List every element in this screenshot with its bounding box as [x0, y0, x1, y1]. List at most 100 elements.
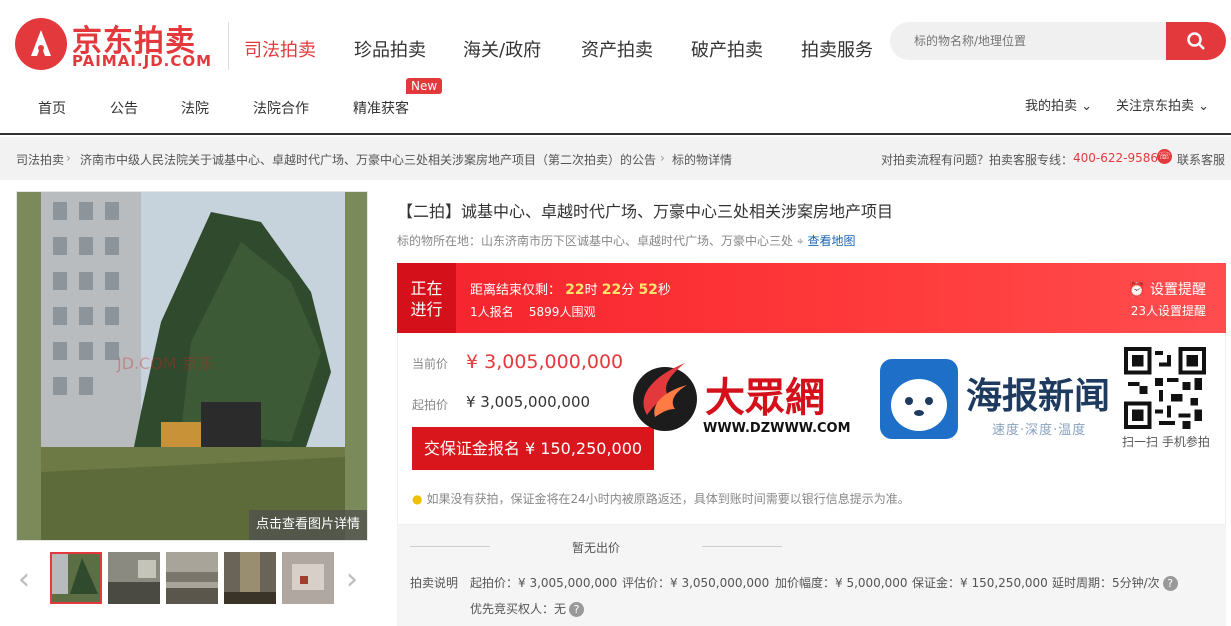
category-bankruptcy[interactable]: 破产拍卖 — [691, 36, 763, 62]
info-increment: 加价幅度：¥ 5,000,000 — [775, 576, 908, 590]
breadcrumb-judicial[interactable]: 司法拍卖 — [16, 151, 64, 168]
item-location: 标的物所在地：山东济南市历下区诚基中心、卓越时代广场、万豪中心三处 ⌖ 查看地图 — [397, 232, 855, 249]
site-header: 京东拍卖 PAIMAI.JD.COM 司法拍卖 珍品拍卖 海关/政府 资产拍卖 … — [0, 0, 1231, 135]
image-watermark: JD.COM 京东 — [117, 354, 214, 373]
help-icon[interactable]: ? — [569, 602, 585, 617]
info-delay-text: 延时周期：5分钟/次 — [1052, 576, 1160, 590]
countdown-seconds: 52 — [638, 282, 658, 298]
auction-notes-label: 拍卖说明 — [410, 576, 459, 590]
contact-service-link[interactable]: 联系客服 — [1177, 151, 1225, 168]
countdown-label: 距离结束仅剩： — [470, 283, 562, 298]
info-start-price: 起拍价：¥ 3,005,000,000 — [470, 576, 618, 590]
main-image-panel: JD.COM 京东 点击查看图片详情 — [16, 191, 368, 541]
status-badge: 正在 进行 — [397, 263, 456, 333]
thumbnail[interactable] — [166, 552, 218, 604]
search-box — [890, 22, 1226, 60]
dazhong-logo: 大眾網 WWW.DZWWW.COM — [625, 355, 855, 443]
nav-notices[interactable]: 公告 — [110, 98, 138, 118]
help-text: 对拍卖流程有问题？拍卖客服专线： — [881, 153, 1074, 167]
nav-home[interactable]: 首页 — [38, 98, 66, 118]
follow-jd-menu[interactable]: 关注京东拍卖 ⌄ — [1116, 95, 1209, 114]
no-bid-text: 暂无出价 — [572, 541, 621, 555]
deposit-tip: ● 如果没有获拍，保证金将在24小时内被原路返还，具体到账时间需要以银行信息提示为… — [412, 490, 910, 507]
service-phone: 400-622-9586 — [1073, 151, 1159, 165]
alarm-clock-icon: ⏰ — [1128, 282, 1146, 298]
deposit-tip-text: 如果没有获拍，保证金将在24小时内被原路返还，具体到账时间需要以银行信息提示为准… — [426, 492, 910, 506]
signup-count: 1人报名 — [470, 305, 514, 319]
info-priority: 优先竞买权人：无? — [470, 600, 585, 617]
location-value: 山东济南市历下区诚基中心、卓越时代广场、万豪中心三处 — [481, 234, 794, 248]
hours-unit: 时 — [584, 283, 598, 298]
help-icon[interactable]: ? — [1162, 576, 1178, 591]
countdown-minutes: 22 — [601, 282, 622, 298]
countdown-hours: 22 — [565, 282, 585, 298]
watcher-count: 5899人围观 — [528, 305, 596, 319]
deposit-signup-button[interactable]: 交保证金报名 ¥ 150,250,000 — [412, 427, 654, 470]
view-image-details-button[interactable]: 点击查看图片详情 — [249, 510, 367, 540]
seconds-unit: 秒 — [657, 283, 671, 298]
search-input[interactable] — [890, 22, 1165, 60]
thumbnail[interactable] — [108, 552, 160, 604]
start-price-label: 起拍价 — [412, 398, 449, 412]
nav-courts[interactable]: 法院 — [181, 98, 209, 118]
auction-status-banner: 正在 进行 距离结束仅剩： 22时 22分 52秒 1人报名 5899人围观 ⏰… — [397, 263, 1226, 333]
bid-info-panel: 暂无出价 拍卖说明 起拍价：¥ 3,005,000,000 评估价：¥ 3,05… — [397, 525, 1226, 626]
start-price: ¥ 3,005,000,000 — [466, 393, 591, 411]
countdown: 距离结束仅剩： 22时 22分 52秒 — [470, 279, 671, 298]
location-label: 标的物所在地： — [397, 234, 482, 248]
chevron-left-icon[interactable]: ‹ — [18, 562, 30, 597]
chevron-down-icon: ⌄ — [1081, 99, 1093, 114]
breadcrumb: 司法拍卖 › 济南市中级人民法院关于诚基中心、卓越时代广场、万豪中心三处相关涉案… — [0, 137, 1231, 180]
my-auctions-menu[interactable]: 我的拍卖 ⌄ — [1025, 95, 1092, 114]
category-assets[interactable]: 资产拍卖 — [581, 36, 653, 62]
status-line-2: 进行 — [410, 300, 443, 319]
search-button[interactable] — [1166, 22, 1226, 60]
follow-jd-label: 关注京东拍卖 — [1116, 99, 1195, 114]
dazhong-name: 大眾網 — [705, 374, 825, 421]
chevron-right-icon[interactable]: › — [346, 562, 358, 597]
category-services[interactable]: 拍卖服务 — [801, 36, 873, 62]
current-price: ¥ 3,005,000,000 — [466, 351, 624, 373]
nav-court-cooperation[interactable]: 法院合作 — [253, 98, 309, 118]
category-judicial[interactable]: 司法拍卖 — [244, 36, 316, 62]
item-title: 【二拍】诚基中心、卓越时代广场、万豪中心三处相关涉案房地产项目 — [397, 202, 894, 221]
participation-stats: 1人报名 5899人围观 — [470, 303, 595, 320]
thumbnail[interactable] — [282, 552, 334, 604]
info-delay: 延时周期：5分钟/次? — [1052, 574, 1178, 591]
thumbnail[interactable] — [224, 552, 276, 604]
search-icon — [1187, 32, 1205, 50]
customer-service-icon: ☏ — [1157, 149, 1172, 164]
logo-divider — [228, 22, 229, 70]
logo-text-en[interactable]: PAIMAI.JD.COM — [72, 52, 212, 70]
minutes-unit: 分 — [621, 283, 635, 298]
thumbnail[interactable] — [50, 552, 102, 604]
divider-line — [702, 546, 782, 547]
thumbnail-strip: ‹ › — [16, 552, 368, 608]
nav-precise-acquisition[interactable]: 精准获客 — [353, 98, 409, 118]
view-map-link[interactable]: 查看地图 — [807, 234, 855, 248]
set-reminder-label: 设置提醒 — [1150, 282, 1206, 298]
breadcrumb-notice[interactable]: 济南市中级人民法院关于诚基中心、卓越时代广场、万豪中心三处相关涉案房地产项目（第… — [80, 151, 656, 168]
my-auctions-label: 我的拍卖 — [1025, 99, 1078, 114]
divider-line — [410, 546, 490, 547]
haibao-tagline: 速度·深度·温度 — [992, 423, 1087, 438]
dazhong-url: WWW.DZWWW.COM — [703, 421, 851, 436]
qr-caption: 扫一扫 手机参拍 — [1122, 435, 1210, 449]
category-customs[interactable]: 海关/政府 — [463, 36, 541, 62]
jd-paimai-logo-icon[interactable] — [15, 18, 67, 70]
set-reminder-button[interactable]: ⏰ 设置提醒 — [1128, 279, 1206, 299]
breadcrumb-separator: › — [66, 151, 71, 165]
current-price-label: 当前价 — [412, 357, 449, 371]
seal-logo-icon — [880, 359, 958, 439]
haibao-name: 海报新闻 — [966, 376, 1111, 417]
qr-code — [1124, 347, 1206, 429]
category-collectibles[interactable]: 珍品拍卖 — [354, 36, 426, 62]
chevron-down-icon: ⌄ — [1198, 99, 1210, 114]
lightbulb-icon: ● — [412, 492, 423, 506]
info-priority-text: 优先竞买权人：无 — [470, 602, 567, 616]
status-line-1: 正在 — [410, 279, 443, 298]
breadcrumb-separator: › — [660, 151, 665, 165]
flame-logo-icon — [633, 363, 697, 431]
breadcrumb-current: 标的物详情 — [672, 153, 733, 167]
info-deposit: 保证金：¥ 150,250,000 — [912, 576, 1048, 590]
